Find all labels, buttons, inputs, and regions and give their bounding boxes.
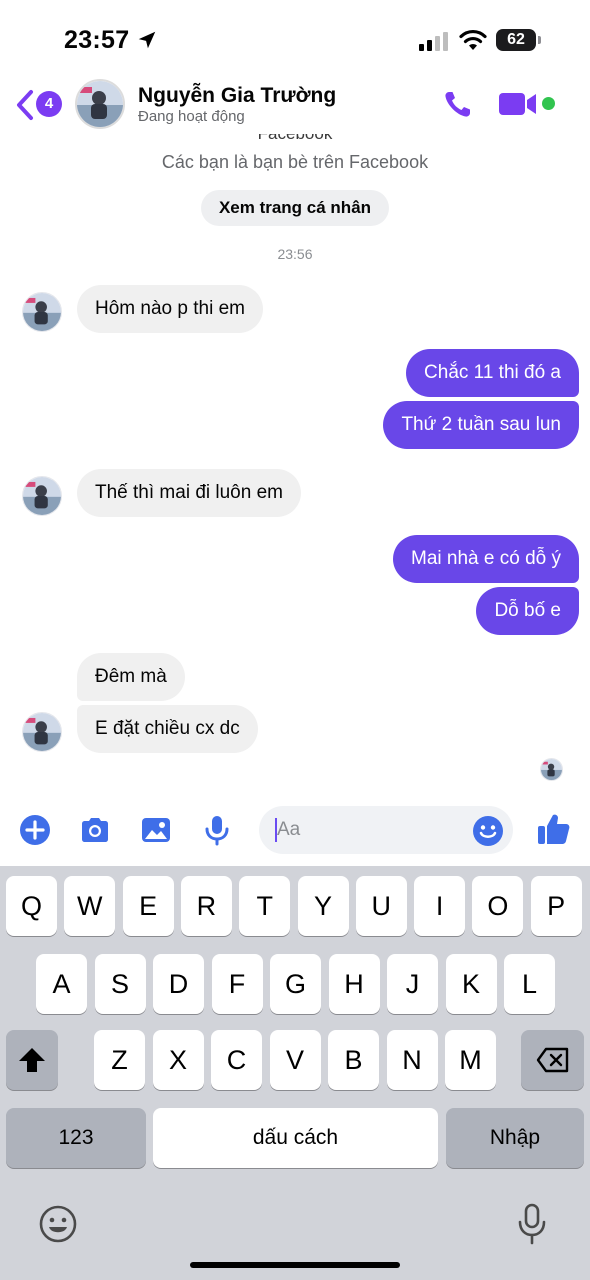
message-bubble-incoming[interactable]: Thế thì mai đi luôn em [77,469,301,517]
home-indicator [190,1262,400,1268]
unread-count-badge[interactable]: 4 [36,91,62,117]
key-t[interactable]: T [239,876,291,936]
key-s[interactable]: S [94,954,146,1014]
sender-avatar[interactable] [22,292,62,332]
video-call-icon[interactable] [498,90,538,118]
message-bubble-outgoing[interactable]: Chắc 11 thi đó a [406,349,579,397]
key-w[interactable]: W [64,876,116,936]
key-o[interactable]: O [472,876,524,936]
seen-receipt-avatar [540,758,563,781]
gallery-icon[interactable] [139,813,173,847]
key-q[interactable]: Q [6,876,57,936]
key-k[interactable]: K [445,954,497,1014]
contact-status: Đang hoạt động [138,108,245,125]
online-status-dot [542,97,555,110]
key-h[interactable]: H [328,954,380,1014]
chat-header: 4 Nguyễn Gia Trường Đang hoạt động [0,78,590,134]
key-r[interactable]: R [180,876,232,936]
key-n[interactable]: N [386,1030,438,1090]
return-key[interactable]: Nhập [446,1108,584,1168]
key-u[interactable]: U [355,876,407,936]
key-y[interactable]: Y [297,876,349,936]
message-list[interactable]: Facebook Các bạn là bạn bè trên Facebook… [0,134,590,794]
shift-key[interactable] [6,1030,58,1090]
key-m[interactable]: M [445,1030,496,1090]
key-z[interactable]: Z [94,1030,145,1090]
view-profile-button[interactable]: Xem trang cá nhân [201,190,389,226]
status-time: 23:57 [64,26,130,54]
cut-off-text: Facebook [0,134,590,144]
dictation-microphone-icon[interactable] [516,1202,548,1246]
friends-note: Các bạn là bạn bè trên Facebook [161,152,429,172]
message-timestamp: 23:56 [277,246,313,262]
emoji-icon[interactable] [472,815,504,847]
thumbs-up-icon[interactable] [536,811,572,847]
battery-percent: 62 [507,31,525,48]
microphone-icon[interactable] [200,813,234,847]
sender-avatar[interactable] [22,476,62,516]
battery-icon: 62 [496,29,541,51]
key-i[interactable]: I [414,876,466,936]
shift-arrow-icon [19,1048,45,1072]
key-p[interactable]: P [530,876,582,936]
contact-avatar[interactable] [75,79,125,129]
phone-call-icon[interactable] [442,88,474,120]
location-arrow-icon [138,31,156,49]
text-caret [275,818,277,842]
message-composer [0,794,590,866]
on-screen-keyboard: 123 dấu cách Nhập QWERTYUIOP ASDFGHJKL ZXC… [0,866,590,1280]
status-bar: 23:57 62 [0,0,590,78]
backspace-icon [536,1047,569,1073]
contact-name[interactable]: Nguyễn Gia Trường [138,84,336,108]
key-c[interactable]: C [211,1030,262,1090]
message-bubble-incoming[interactable]: Đêm mà [77,653,185,701]
back-chevron-icon[interactable] [14,88,36,122]
numbers-key[interactable]: 123 [6,1108,146,1168]
key-l[interactable]: L [504,954,555,1014]
key-e[interactable]: E [122,876,174,936]
message-bubble-outgoing[interactable]: Mai nhà e có dỗ ý [393,535,579,583]
space-key[interactable]: dấu cách [153,1108,438,1168]
message-bubble-outgoing[interactable]: Dỗ bố e [476,587,579,635]
key-v[interactable]: V [269,1030,321,1090]
key-x[interactable]: X [152,1030,204,1090]
key-d[interactable]: D [153,954,204,1014]
sender-avatar[interactable] [22,712,62,752]
camera-icon[interactable] [78,813,112,847]
message-bubble-incoming[interactable]: Hôm nào p thi em [77,285,263,333]
message-bubble-outgoing[interactable]: Thứ 2 tuần sau lun [383,401,579,449]
backspace-key[interactable] [521,1030,584,1090]
key-j[interactable]: J [387,954,438,1014]
cellular-signal-icon [419,32,448,51]
plus-icon[interactable] [18,813,52,847]
key-f[interactable]: F [211,954,263,1014]
message-bubble-incoming[interactable]: E đặt chiều cx dc [77,705,258,753]
emoji-keyboard-icon[interactable] [38,1204,78,1244]
key-g[interactable]: G [270,954,321,1014]
key-a[interactable]: A [36,954,87,1014]
wifi-icon [459,29,487,50]
key-b[interactable]: B [328,1030,379,1090]
